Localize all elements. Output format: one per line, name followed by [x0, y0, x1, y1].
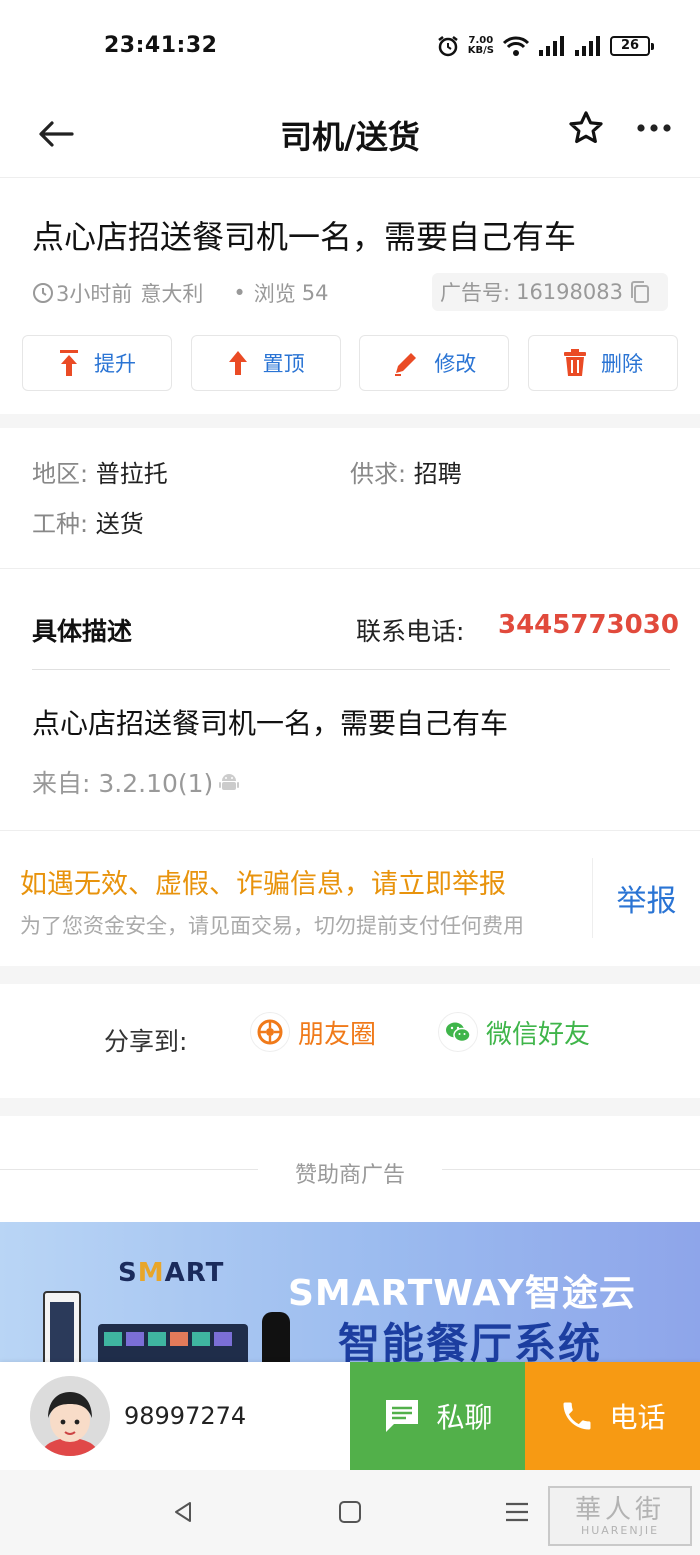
- divider: [0, 830, 700, 831]
- ad-id-copy[interactable]: 广告号: 16198083: [432, 273, 668, 311]
- signal-icon: [539, 36, 564, 56]
- report-label: 举报: [616, 884, 677, 919]
- share-moments-label: 朋友圈: [298, 1019, 377, 1050]
- ad-device-illustration: [43, 1291, 290, 1362]
- edit-label: 修改: [434, 352, 477, 376]
- network-speed: 7.00 KB/S: [468, 36, 494, 56]
- star-icon: [569, 111, 603, 144]
- chat-bubble-icon: [386, 1400, 419, 1432]
- source-info: 来自: 3.2.10(1): [32, 764, 241, 800]
- post-title: 点心店招送餐司机一名，需要自己有车: [32, 218, 577, 256]
- battery-indicator: 26: [610, 36, 654, 56]
- watermark-logo: 華人街 HUARENJIE: [548, 1486, 692, 1546]
- post-actions: 提升 置顶 修改 删除: [22, 335, 678, 391]
- wifi-icon: [502, 36, 530, 56]
- nav-menu-button[interactable]: [497, 1492, 537, 1532]
- sponsor-ad-banner[interactable]: SMART SMARTWAY智途云 智能餐厅系统: [0, 1222, 700, 1362]
- more-button[interactable]: [630, 104, 678, 152]
- app-header: 司机/送货: [0, 90, 700, 178]
- meta-dot: •: [233, 281, 246, 305]
- bottom-action-bar: 98997274 私聊 电话: [0, 1362, 700, 1470]
- ad-brand: SMARTWAY智途云: [288, 1273, 636, 1314]
- signal-icon-2: [575, 36, 600, 56]
- region-field: 地区: 普拉托: [32, 454, 168, 489]
- alarm-icon: [438, 36, 458, 57]
- more-dots-icon: [637, 124, 671, 132]
- watermark-cn: 華人街: [574, 1495, 665, 1525]
- job-field: 工种: 送货: [32, 504, 144, 539]
- triangle-back-icon: [175, 1502, 191, 1522]
- post-location: 意大利: [140, 282, 204, 306]
- phone-icon: [563, 1402, 591, 1430]
- job-value: 送货: [95, 510, 144, 538]
- android-icon: [219, 774, 240, 790]
- nav-home-button[interactable]: [330, 1492, 370, 1532]
- pencil-icon: [395, 353, 417, 376]
- speed-unit: KB/S: [467, 45, 494, 56]
- divider: [0, 568, 700, 569]
- views-label: 浏览: [253, 282, 296, 306]
- delete-label: 删除: [600, 352, 643, 376]
- job-label: 工种:: [32, 510, 89, 538]
- section-gap: [0, 966, 700, 984]
- copy-icon: [630, 281, 649, 303]
- moments-icon: [250, 1012, 290, 1052]
- private-chat-button[interactable]: 私聊: [350, 1362, 525, 1470]
- trash-icon: [563, 349, 586, 376]
- views-count: 54: [301, 281, 329, 305]
- post-time: 3小时前: [56, 282, 133, 306]
- delete-button[interactable]: 删除: [527, 335, 678, 391]
- clock-icon: [33, 283, 53, 303]
- ad-id-value: 16198083: [516, 280, 623, 304]
- section-gap: [0, 414, 700, 428]
- warning-title: 如遇无效、虚假、诈骗信息，请立即举报: [20, 869, 506, 900]
- region-value: 普拉托: [95, 460, 168, 488]
- supply-label: 供求:: [350, 460, 407, 488]
- call-button[interactable]: 电话: [525, 1362, 700, 1470]
- boost-label: 提升: [94, 352, 136, 376]
- favorite-button[interactable]: [562, 104, 610, 152]
- ad-slogan: 智能餐厅系统: [338, 1319, 603, 1362]
- menu-lines-icon: [506, 1502, 528, 1522]
- divider: [32, 669, 670, 670]
- supply-field: 供求: 招聘: [350, 454, 462, 489]
- source-text: 来自: 3.2.10(1): [32, 769, 214, 798]
- supply-value: 招聘: [413, 460, 462, 488]
- phone-number-link[interactable]: 3445773030: [498, 610, 679, 640]
- pin-top-label: 置顶: [262, 352, 305, 376]
- ad-id-label: 广告号:: [440, 281, 511, 305]
- call-label: 电话: [609, 1401, 666, 1434]
- arrow-up-icon: [228, 351, 247, 375]
- phone-label: 联系电话:: [356, 617, 465, 646]
- section-gap: [0, 1098, 700, 1116]
- user-id: 98997274: [124, 1402, 247, 1430]
- status-bar: 23:41:32 7.00 KB/S 26: [0, 0, 700, 90]
- pin-top-button[interactable]: 置顶: [190, 335, 341, 391]
- watermark-en: HUARENJIE: [580, 1524, 660, 1537]
- share-moments-button[interactable]: 朋友圈: [250, 1012, 376, 1052]
- status-icons: 7.00 KB/S 26: [436, 34, 654, 58]
- report-button[interactable]: 举报: [592, 858, 700, 938]
- share-wechat-label: 微信好友: [486, 1019, 591, 1050]
- edit-button[interactable]: 修改: [359, 335, 510, 391]
- square-home-icon: [339, 1501, 361, 1523]
- sponsor-label: 赞助商广告: [294, 1163, 405, 1188]
- description-heading: 具体描述: [32, 617, 133, 646]
- status-time: 23:41:32: [104, 33, 218, 58]
- warning-subtitle: 为了您资金安全，请见面交易，切勿提前支付任何费用: [20, 914, 524, 938]
- avatar[interactable]: [30, 1376, 110, 1456]
- description-body: 点心店招送餐司机一名，需要自己有车: [32, 707, 509, 740]
- post-meta: 3小时前 意大利 • 浏览 54: [32, 278, 329, 308]
- boost-button[interactable]: 提升: [22, 335, 172, 391]
- nav-back-button[interactable]: [163, 1492, 203, 1532]
- chat-label: 私聊: [436, 1401, 493, 1434]
- region-label: 地区:: [32, 460, 89, 488]
- share-label: 分享到:: [104, 1027, 188, 1056]
- share-wechat-button[interactable]: 微信好友: [438, 1012, 590, 1052]
- wechat-icon: [438, 1012, 478, 1052]
- boost-icon: [60, 350, 78, 376]
